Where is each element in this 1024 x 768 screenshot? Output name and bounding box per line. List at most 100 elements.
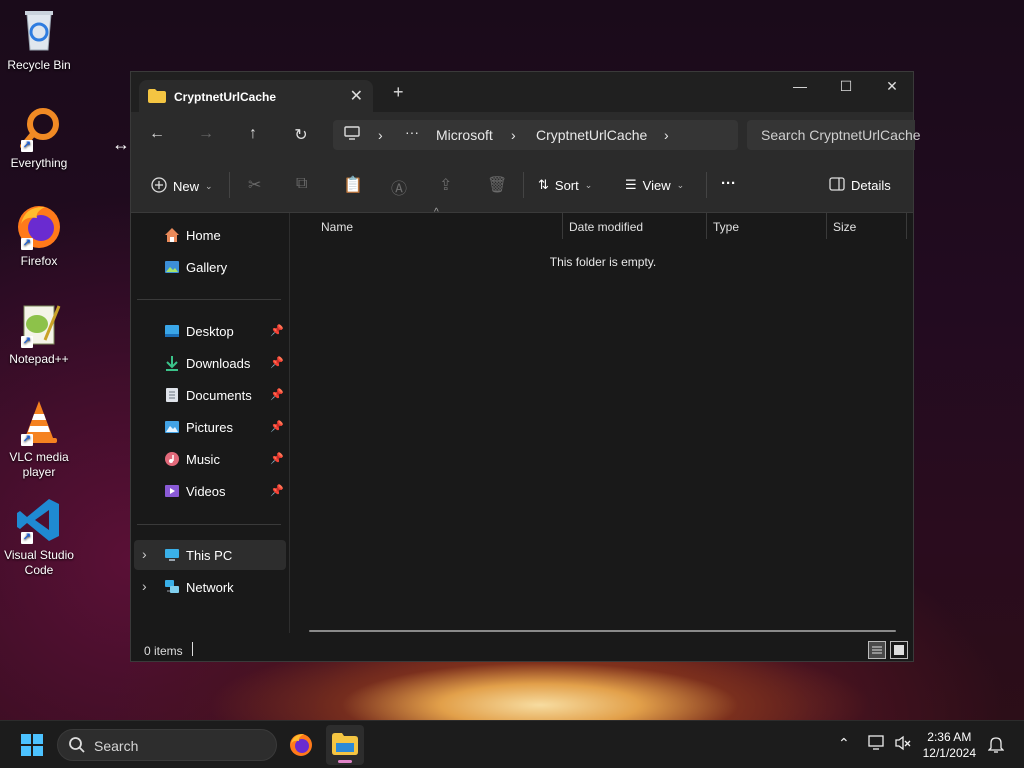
tab-title: CryptnetUrlCache [174, 90, 277, 104]
sidebar-item-this-pc[interactable]: › This PC [134, 540, 286, 570]
taskbar-search-box[interactable]: Search [57, 729, 277, 761]
rename-icon[interactable]: Ⓐ [391, 175, 407, 199]
folder-icon [148, 89, 166, 106]
command-bar: New ⌄ ✂ ⧉ 📋 Ⓐ ⇪ 🗑 ⇅ Sort ⌄ ☰ View ⌄ ··· … [131, 158, 913, 213]
volume-muted-icon[interactable] [894, 735, 912, 754]
column-header-date-modified[interactable]: Date modified [569, 220, 643, 234]
new-tab-icon[interactable]: + [393, 83, 404, 101]
sort-icon: ⇅ [538, 177, 549, 192]
desktop-icon-recycle-bin[interactable]: Recycle Bin [4, 6, 74, 73]
status-divider [192, 642, 193, 656]
breadcrumb-overflow[interactable]: ··· [405, 124, 419, 140]
file-explorer-window: CryptnetUrlCache ✕ + — ☐ ✕ ← → ↑ ↻ › ···… [130, 71, 921, 662]
sort-indicator-icon: ^ [434, 207, 439, 218]
sidebar-item-gallery[interactable]: Gallery [134, 252, 286, 282]
close-tab-icon[interactable]: ✕ [350, 86, 363, 106]
network-status-icon[interactable] [868, 735, 886, 754]
breadcrumb-cryptneturlcache[interactable]: CryptnetUrlCache [536, 127, 647, 143]
start-button[interactable] [21, 734, 43, 759]
search-placeholder: Search CryptnetUrlCache [761, 127, 921, 143]
maximize-button[interactable]: ☐ [823, 72, 869, 102]
desktop-icon-vscode[interactable]: ↗ Visual Studio Code [4, 496, 74, 578]
file-explorer-icon [332, 733, 358, 755]
sidebar-item-documents[interactable]: Documents 📌 [134, 380, 286, 410]
chevron-right-icon[interactable]: › [511, 127, 516, 143]
sidebar-item-music[interactable]: Music 📌 [134, 444, 286, 474]
details-view-icon [872, 646, 882, 654]
computer-icon [344, 125, 360, 144]
chevron-right-icon[interactable]: › [378, 127, 383, 143]
chevron-right-icon[interactable]: › [142, 546, 147, 562]
pin-icon[interactable]: 📌 [270, 324, 284, 337]
desktop-icon-vlc[interactable]: ↗ VLC media player [4, 398, 74, 480]
recycle-bin-icon [15, 6, 63, 54]
firefox-icon [290, 734, 312, 756]
share-icon[interactable]: ⇪ [439, 175, 452, 195]
column-divider[interactable] [562, 213, 563, 239]
more-options-button[interactable]: ··· [721, 175, 736, 192]
address-bar[interactable]: › ··· Microsoft › CryptnetUrlCache › [333, 120, 738, 150]
horizontal-scrollbar[interactable] [309, 630, 896, 632]
breadcrumb-microsoft[interactable]: Microsoft [436, 127, 493, 143]
desktop-icon-firefox[interactable]: ↗ Firefox [4, 202, 74, 269]
taskbar-file-explorer[interactable] [326, 725, 364, 765]
shortcut-arrow-icon: ↗ [21, 434, 33, 446]
details-pane-button[interactable]: Details [829, 177, 891, 194]
pin-icon[interactable]: 📌 [270, 388, 284, 401]
show-hidden-icons-chevron-icon[interactable]: ⌃ [838, 735, 850, 752]
taskbar-firefox[interactable] [288, 732, 314, 761]
column-header-type[interactable]: Type [713, 220, 739, 234]
paste-icon[interactable]: 📋 [343, 175, 363, 195]
new-label: New [173, 179, 200, 194]
cut-icon[interactable]: ✂ [248, 175, 261, 195]
column-divider[interactable] [826, 213, 827, 239]
minimize-button[interactable]: — [777, 72, 823, 102]
chevron-right-icon[interactable]: › [142, 578, 147, 594]
sidebar-item-videos[interactable]: Videos 📌 [134, 476, 286, 506]
sidebar-item-home[interactable]: Home [134, 220, 286, 250]
close-window-button[interactable]: ✕ [869, 72, 915, 102]
status-bar: 0 items [131, 637, 913, 662]
column-divider[interactable] [906, 213, 907, 239]
up-arrow-icon[interactable]: ↑ [241, 125, 265, 143]
notification-bell-icon[interactable] [987, 735, 1005, 756]
pin-icon[interactable]: 📌 [270, 484, 284, 497]
large-icons-view-icon [894, 645, 904, 655]
search-input[interactable]: Search CryptnetUrlCache [747, 120, 921, 150]
sidebar-item-pictures[interactable]: Pictures 📌 [134, 412, 286, 442]
forward-arrow-icon[interactable]: → [194, 125, 218, 143]
chevron-down-icon: ⌄ [205, 181, 213, 191]
desktop-icon-notepadpp[interactable]: ↗ Notepad++ [4, 300, 74, 367]
pin-icon[interactable]: 📌 [270, 420, 284, 433]
videos-icon [164, 483, 180, 499]
sort-button[interactable]: ⇅ Sort ⌄ [538, 177, 592, 193]
chevron-right-icon[interactable]: › [664, 127, 669, 143]
sidebar-item-network[interactable]: › Network [134, 572, 286, 602]
file-list-pane: ^ Name Date modified Type Size This fold… [291, 207, 915, 633]
refresh-icon[interactable]: ↻ [289, 125, 313, 145]
sidebar-item-downloads[interactable]: Downloads 📌 [134, 348, 286, 378]
sidebar-item-desktop[interactable]: Desktop 📌 [134, 316, 286, 346]
delete-icon[interactable]: 🗑 [487, 175, 507, 195]
desktop-icon-label: Everything [10, 156, 68, 170]
item-count: 0 items [144, 644, 183, 658]
new-button[interactable]: New ⌄ [151, 177, 213, 196]
view-button[interactable]: ☰ View ⌄ [625, 177, 684, 193]
column-header-size[interactable]: Size [833, 220, 856, 234]
clock-time: 2:36 AM [927, 730, 972, 744]
column-divider[interactable] [706, 213, 707, 239]
sort-label: Sort [554, 177, 579, 193]
pin-icon[interactable]: 📌 [270, 356, 284, 369]
copy-icon[interactable]: ⧉ [296, 175, 307, 193]
column-header-name[interactable]: Name [321, 220, 353, 234]
pin-icon[interactable]: 📌 [270, 452, 284, 465]
system-clock[interactable]: 2:36 AM 12/1/2024 [923, 729, 976, 761]
large-icons-view-button[interactable] [890, 641, 908, 659]
network-icon [164, 579, 180, 595]
chevron-down-icon: ⌄ [584, 179, 593, 190]
back-arrow-icon[interactable]: ← [145, 125, 169, 143]
gallery-icon [164, 259, 180, 275]
desktop-icon-everything[interactable]: ↗ Everything [4, 104, 74, 171]
tab-cryptneturlcache[interactable]: CryptnetUrlCache ✕ [139, 80, 373, 112]
details-view-button[interactable] [868, 641, 886, 659]
